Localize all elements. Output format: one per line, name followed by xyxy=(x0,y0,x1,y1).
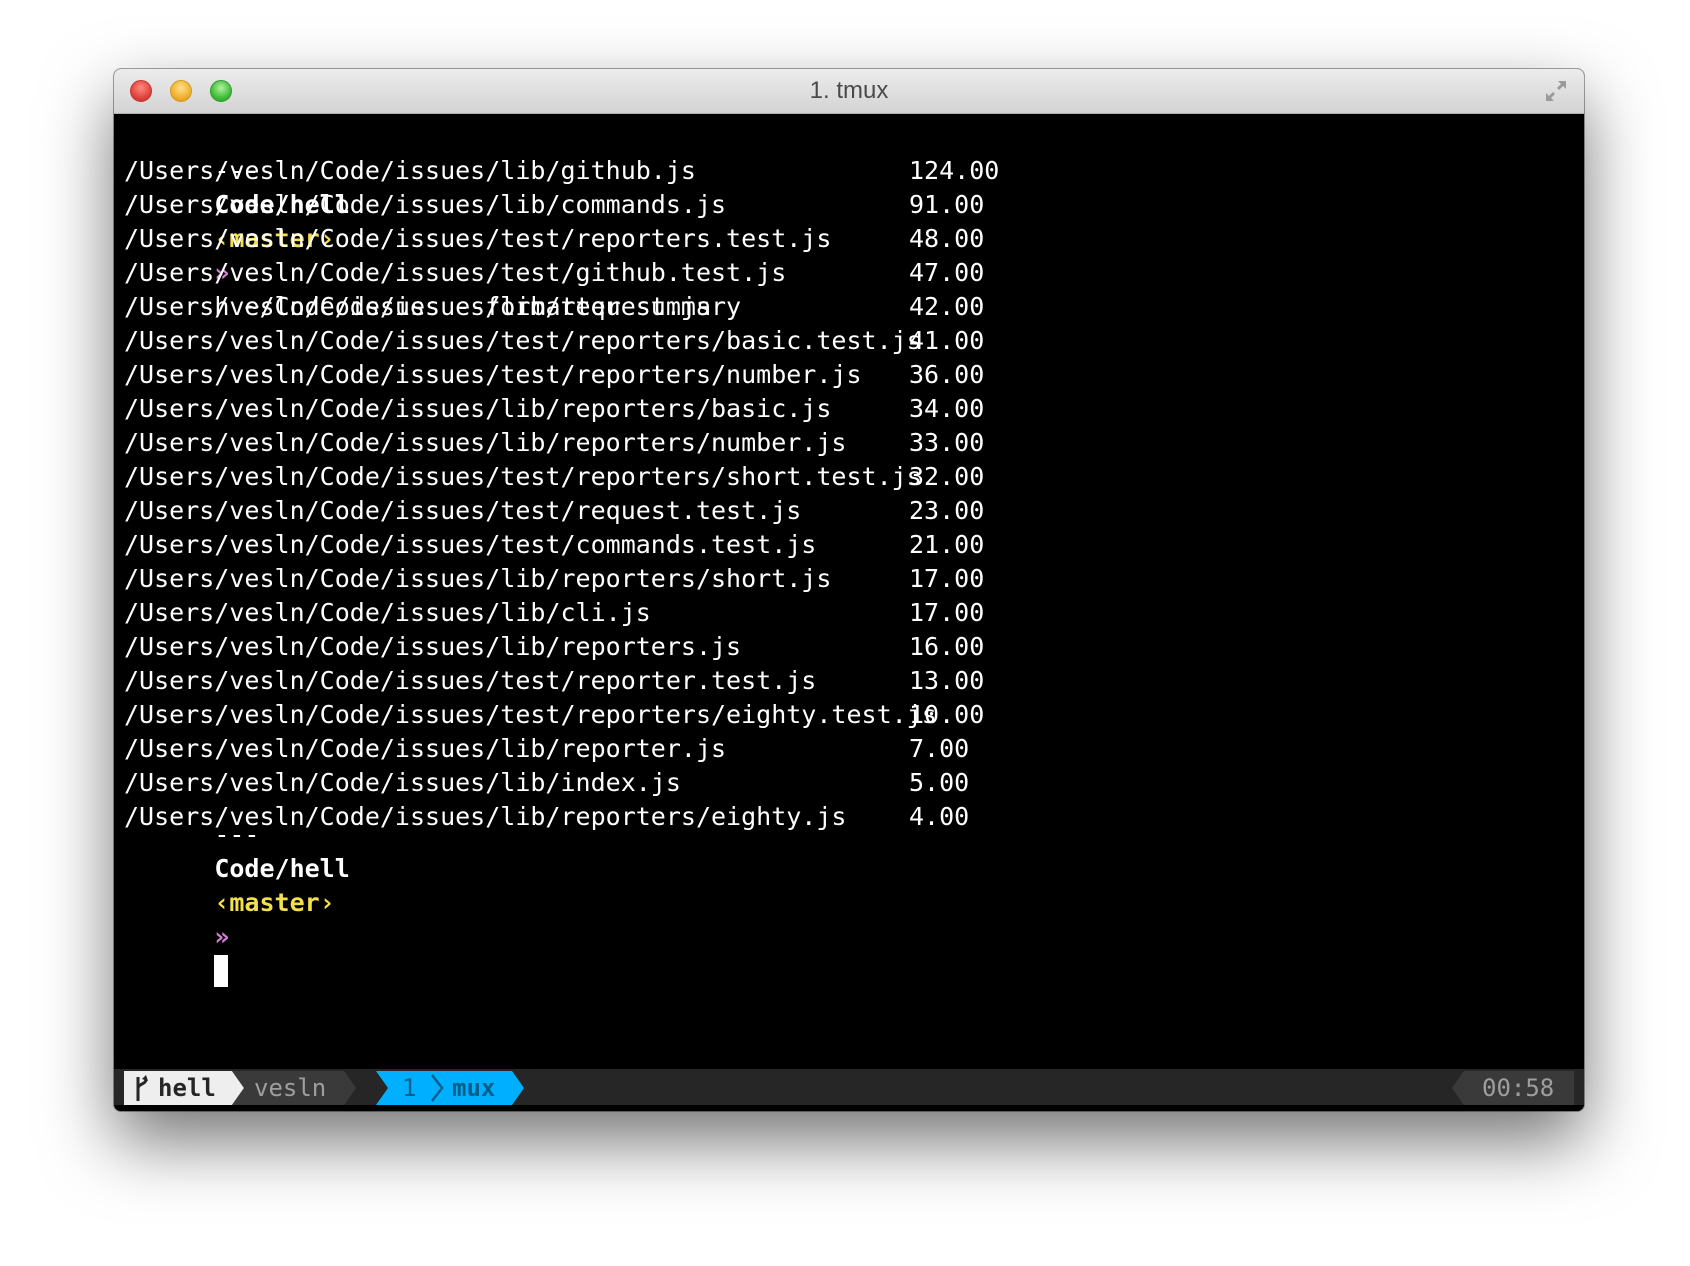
git-branch-icon xyxy=(136,1075,148,1101)
score-value: 47.00 xyxy=(909,258,985,287)
output-row: /Users/vesln/Code/issues/test/reporter.t… xyxy=(124,664,1024,698)
score-value: 5.00 xyxy=(909,768,970,797)
output-row: /Users/vesln/Code/issues/lib/reporter.js… xyxy=(124,732,1024,766)
score-value: 42.00 xyxy=(909,292,985,321)
window-name[interactable]: mux xyxy=(452,1071,495,1105)
file-path: /Users/vesln/Code/issues/test/reporters.… xyxy=(124,224,832,253)
score-value: 16.00 xyxy=(909,632,985,661)
output-row: /Users/vesln/Code/issues/lib/github.js 12… xyxy=(124,154,1024,188)
score-value: 32.00 xyxy=(909,462,985,491)
score-value: 48.00 xyxy=(909,224,985,253)
output-row: /Users/vesln/Code/issues/lib/reporters/s… xyxy=(124,562,1024,596)
score-value: 91.00 xyxy=(909,190,985,219)
file-path: /Users/vesln/Code/issues/lib/reporters/n… xyxy=(124,428,847,457)
prompt-directory: Code/hell xyxy=(214,854,350,883)
score-value: 21.00 xyxy=(909,530,985,559)
file-path: /Users/vesln/Code/issues/test/reporters/… xyxy=(124,360,862,389)
clock: 00:58 xyxy=(1482,1074,1555,1102)
output-row: /Users/vesln/Code/issues/lib/reporters.j… xyxy=(124,630,1024,664)
window-index[interactable]: 1 xyxy=(402,1071,416,1105)
file-path: /Users/vesln/Code/issues/lib/cli.js xyxy=(124,598,651,627)
status-bar-segments xyxy=(124,1071,1574,1105)
output-row: /Users/vesln/Code/issues/test/commands.t… xyxy=(124,528,1024,562)
output-row: /Users/vesln/Code/issues/test/github.tes… xyxy=(124,256,1024,290)
output-row: /Users/vesln/Code/issues/test/reporters/… xyxy=(124,698,1024,732)
file-path: /Users/vesln/Code/issues/lib/reporters/b… xyxy=(124,394,832,423)
tmux-status-bar: hell vesln 1 mux 00:58 xyxy=(114,1069,1584,1105)
score-value: 4.00 xyxy=(909,802,970,831)
output-row: /Users/vesln/Code/issues/test/request.te… xyxy=(124,494,1024,528)
score-value: 41.00 xyxy=(909,326,985,355)
output-row: /Users/vesln/Code/issues/lib/commands.js… xyxy=(124,188,1024,222)
session-name: hell xyxy=(158,1074,216,1102)
file-path: /Users/vesln/Code/issues/lib/github.js xyxy=(124,156,696,185)
command-prompt-line: --- Code/hell ‹master› » h ~/Code/issues… xyxy=(124,120,741,321)
prompt-arrow: » xyxy=(214,922,230,951)
output-row: /Users/vesln/Code/issues/test/reporters/… xyxy=(124,358,1024,392)
score-value: 13.00 xyxy=(909,666,985,695)
score-value: 33.00 xyxy=(909,428,985,457)
output-row: /Users/vesln/Code/issues/lib/request.js 4… xyxy=(124,290,1024,324)
file-path: /Users/vesln/Code/issues/lib/reporter.js xyxy=(124,734,727,763)
score-value: 34.00 xyxy=(909,394,985,423)
file-path: /Users/vesln/Code/issues/test/commands.t… xyxy=(124,530,817,559)
output-row: /Users/vesln/Code/issues/test/reporters/… xyxy=(124,460,1024,494)
score-value: 17.00 xyxy=(909,598,985,627)
file-path: /Users/vesln/Code/issues/test/reporters/… xyxy=(124,700,937,729)
prompt-git-branch: ‹master› xyxy=(214,888,335,917)
window-bottom-edge xyxy=(114,1105,1584,1111)
output-row: /Users/vesln/Code/issues/lib/reporters/n… xyxy=(124,426,1024,460)
terminal-output[interactable]: --- Code/hell ‹master› » h ~/Code/issues… xyxy=(114,114,1584,1069)
fullscreen-icon[interactable] xyxy=(1542,77,1570,105)
active-prompt-line[interactable]: --- Code/hell ‹master› » xyxy=(124,784,350,987)
prompt-dashes: --- xyxy=(214,820,260,849)
score-value: 17.00 xyxy=(909,564,985,593)
file-path: /Users/vesln/Code/issues/lib/reporters/s… xyxy=(124,564,832,593)
title-bar: 1. tmux xyxy=(114,69,1584,114)
window-title: 1. tmux xyxy=(809,77,889,104)
file-path: /Users/vesln/Code/issues/lib/request.js xyxy=(124,292,711,321)
terminal-window: 1. tmux --- Code/hell ‹master› » h ~/Cod… xyxy=(114,69,1584,1111)
user-name: vesln xyxy=(254,1074,327,1102)
output-row: /Users/vesln/Code/issues/test/reporters.… xyxy=(124,222,1024,256)
score-value: 124.00 xyxy=(909,156,1000,185)
file-path: /Users/vesln/Code/issues/lib/commands.js xyxy=(124,190,727,219)
file-path: /Users/vesln/Code/issues/test/reporter.t… xyxy=(124,666,817,695)
output-row: /Users/vesln/Code/issues/test/reporters/… xyxy=(124,324,1024,358)
output-row: /Users/vesln/Code/issues/lib/reporters/b… xyxy=(124,392,1024,426)
output-row: /Users/vesln/Code/issues/lib/cli.js 17.00 xyxy=(124,596,1024,630)
file-path: /Users/vesln/Code/issues/test/request.te… xyxy=(124,496,802,525)
score-value: 7.00 xyxy=(909,734,970,763)
score-value: 36.00 xyxy=(909,360,985,389)
file-path: /Users/vesln/Code/issues/test/reporters/… xyxy=(124,326,922,355)
text-cursor xyxy=(214,955,229,987)
score-value: 23.00 xyxy=(909,496,985,525)
file-path: /Users/vesln/Code/issues/lib/reporters.j… xyxy=(124,632,742,661)
file-path: /Users/vesln/Code/issues/test/reporters/… xyxy=(124,462,922,491)
file-path: /Users/vesln/Code/issues/test/github.tes… xyxy=(124,258,787,287)
score-value: 10.00 xyxy=(909,700,985,729)
